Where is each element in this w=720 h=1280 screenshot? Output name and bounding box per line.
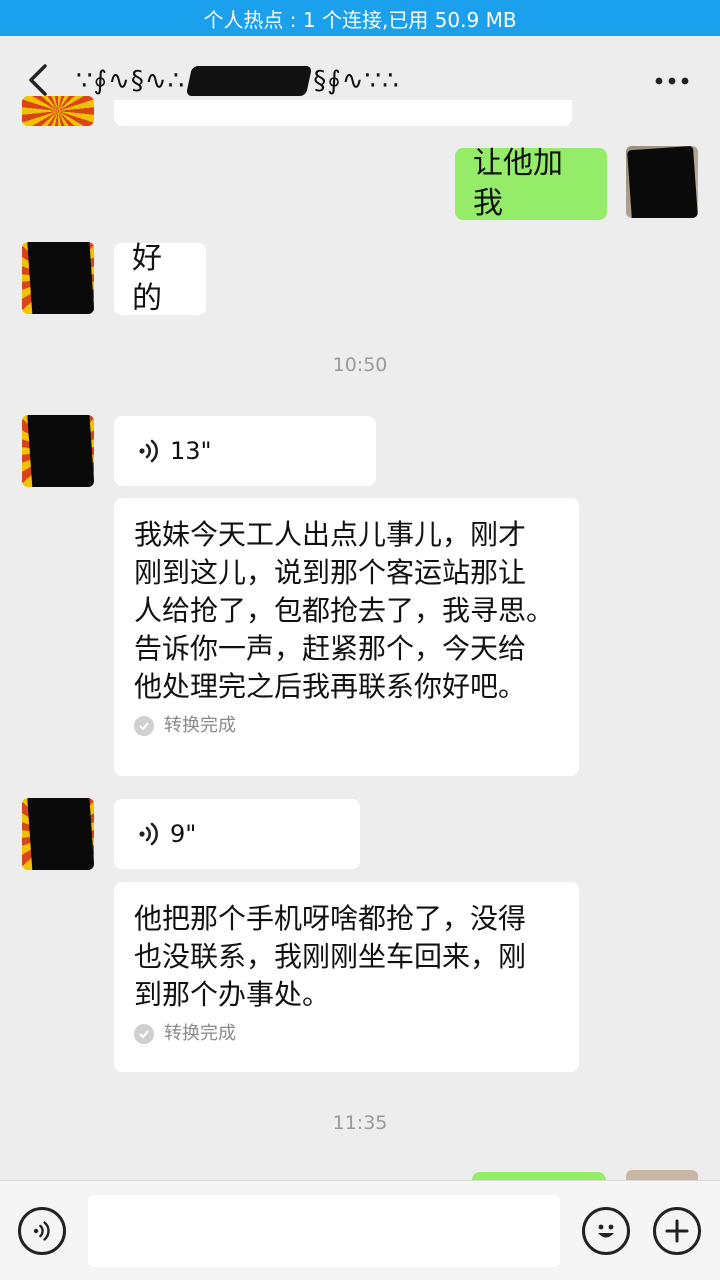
message-bubble-other[interactable]: 好的 <box>114 241 206 316</box>
transcript-status: 转换完成 <box>134 1022 561 1046</box>
transcript-line: 人给抢了，包都抢去了，我寻思。 <box>134 594 555 627</box>
status-bar: 个人热点 : 1 个连接,已用 50.9 MB <box>0 0 720 36</box>
voice-duration: 9" <box>170 820 197 848</box>
partial-bubble-top <box>114 100 572 126</box>
message-text: 让他加我 <box>473 146 563 221</box>
transcript-line: 告诉你一声，赶紧那个，今天给 <box>134 632 527 665</box>
voice-mode-button[interactable] <box>18 1207 66 1255</box>
message-text: 好的 <box>132 241 162 316</box>
chevron-left-icon <box>29 64 47 96</box>
voice-wave-icon <box>139 822 158 846</box>
check-icon <box>134 1024 154 1044</box>
emoji-button[interactable] <box>582 1207 630 1255</box>
transcript-line: 也没联系，我刚刚坐车回来，刚 <box>134 940 527 973</box>
transcript-status: 转换完成 <box>134 714 561 738</box>
voice-duration: 13" <box>170 437 212 465</box>
timestamp: 10:50 <box>332 354 388 376</box>
avatar-other[interactable] <box>22 415 94 487</box>
more-button[interactable] <box>652 64 692 98</box>
check-icon <box>134 716 154 736</box>
avatar-self[interactable] <box>626 146 698 218</box>
voice-icon <box>33 1221 50 1241</box>
title-ornament-left: ∵∮∿§∿∴ <box>76 66 186 96</box>
voice-transcript[interactable]: 我妹今天工人出点儿事儿，刚才 刚到这儿，说到那个客运站那让 人给抢了，包都抢去了… <box>114 498 579 776</box>
back-button[interactable] <box>18 60 58 100</box>
message-input[interactable] <box>88 1195 560 1267</box>
avatar-partial-top <box>22 96 94 126</box>
transcript-line: 他处理完之后我再联系你好吧。 <box>134 670 527 703</box>
smiley-icon <box>598 1224 614 1238</box>
title-redacted <box>186 66 313 96</box>
transcript-status-label: 转换完成 <box>164 1023 236 1044</box>
transcript-line: 刚到这儿，说到那个客运站那让 <box>134 556 527 589</box>
transcript-status-label: 转换完成 <box>164 715 236 736</box>
voice-wave-icon <box>139 439 158 463</box>
voice-message-bubble[interactable]: 9" <box>114 799 360 869</box>
transcript-line: 我妹今天工人出点儿事儿，刚才 <box>134 518 527 551</box>
message-bubble-self[interactable]: 让他加我 <box>455 146 607 221</box>
chat-title: ∵∮∿§∿∴ §∮∿∵∴ <box>76 64 476 98</box>
avatar-other[interactable] <box>22 242 94 314</box>
avatar-other[interactable] <box>22 798 94 870</box>
plus-button[interactable] <box>653 1207 701 1255</box>
transcript-line: 他把那个手机呀啥都抢了，没得 <box>134 902 527 935</box>
plus-icon <box>665 1219 689 1243</box>
transcript-line: 到那个办事处。 <box>134 978 331 1011</box>
title-ornament-right: §∮∿∵∴ <box>313 66 400 96</box>
voice-transcript[interactable]: 他把那个手机呀啥都抢了，没得 也没联系，我刚刚坐车回来，刚 到那个办事处。 转换… <box>114 882 579 1072</box>
timestamp: 11:35 <box>332 1112 388 1134</box>
more-dots-icon <box>655 77 689 85</box>
status-bar-text: 个人热点 : 1 个连接,已用 50.9 MB <box>203 7 517 32</box>
voice-message-bubble[interactable]: 13" <box>114 416 376 486</box>
input-bar <box>0 1180 720 1280</box>
